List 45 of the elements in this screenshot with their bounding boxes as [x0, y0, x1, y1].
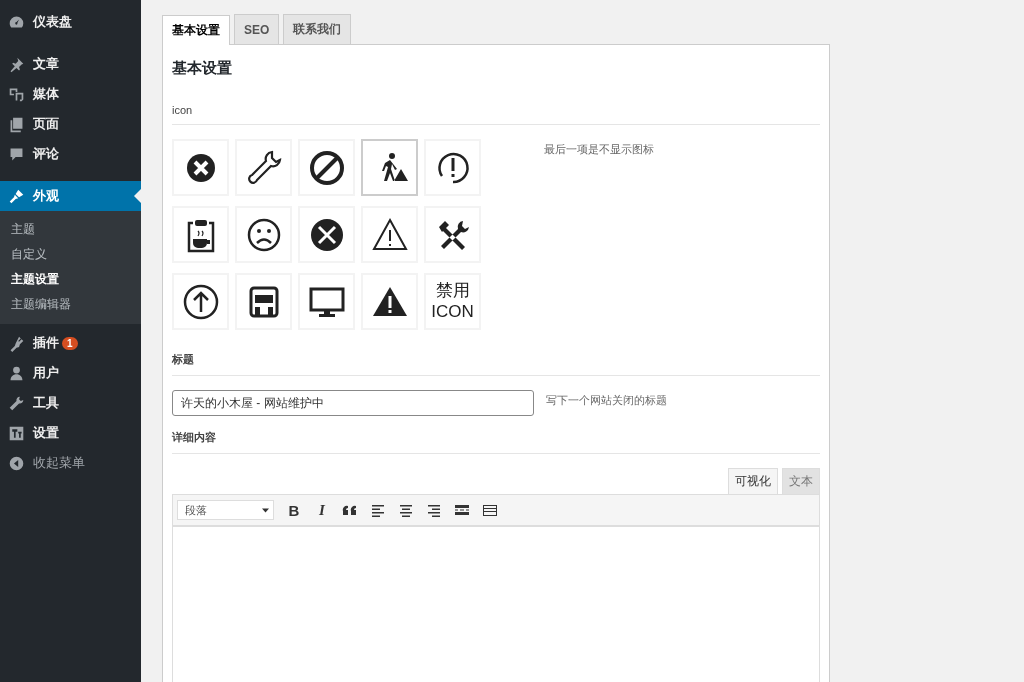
menu-item[interactable]: 收起菜单 — [0, 448, 141, 478]
icon-option[interactable]: 禁用 ICON — [424, 273, 481, 330]
icon-option[interactable] — [361, 139, 418, 196]
field-label: icon — [172, 104, 820, 125]
collapse-icon — [8, 454, 25, 472]
italic-button[interactable]: I — [310, 499, 334, 521]
align-left-icon — [370, 502, 386, 518]
user-icon — [8, 364, 25, 382]
read-more-icon — [454, 502, 470, 518]
menu-item[interactable]: 页面 — [0, 109, 141, 139]
menu-item[interactable]: 外观 — [0, 181, 141, 211]
title-input-field[interactable]: 许天的小木屋 - 网站维护中 — [172, 390, 534, 416]
settings-tab[interactable]: 基本设置 — [162, 15, 230, 45]
menu-item[interactable]: 仪表盘 — [0, 7, 141, 37]
menu-item[interactable]: 评论 — [0, 139, 141, 169]
submenu-item[interactable]: 主题设置 — [0, 267, 141, 292]
align-right-icon — [426, 502, 442, 518]
settings-tab[interactable]: SEO — [234, 14, 280, 44]
settings-tab[interactable]: 联系我们 — [283, 14, 352, 44]
pages-icon — [8, 115, 25, 133]
menu-item[interactable]: 媒体 — [0, 79, 141, 109]
field-label: 标题 — [172, 352, 820, 376]
settings-icon — [8, 424, 25, 442]
field-label: 详细内容 — [172, 430, 820, 454]
menu-item[interactable]: 工具 — [0, 388, 141, 418]
menu-item[interactable]: 用户 — [0, 358, 141, 388]
editor-mode-tab[interactable]: 文本 — [782, 468, 820, 494]
wrench-icon — [8, 394, 25, 412]
field-hint: 最后一项是不显示图标 — [544, 142, 654, 157]
panel-title: 基本设置 — [172, 59, 233, 78]
submenu-item[interactable]: 主题编辑器 — [0, 292, 141, 317]
caret-icon — [262, 507, 269, 513]
menu-item[interactable]: 插件 1 — [0, 328, 141, 358]
submenu-item[interactable]: 自定义 — [0, 242, 141, 267]
editor-mode-tab[interactable]: 可视化 — [728, 468, 778, 494]
submenu-item[interactable]: 主题 — [0, 217, 141, 242]
bold-button[interactable]: B — [282, 499, 306, 521]
menu-item[interactable]: 设置 — [0, 418, 141, 448]
align-center-icon — [398, 502, 414, 518]
field-hint: 写下一个网站关闭的标题 — [546, 393, 667, 408]
menu-item[interactable]: 文章 — [0, 49, 141, 79]
plug-icon — [8, 334, 25, 352]
format-dropdown[interactable]: 段落 — [177, 500, 274, 520]
brush-icon — [8, 187, 25, 205]
update-count-badge: 1 — [62, 336, 78, 350]
